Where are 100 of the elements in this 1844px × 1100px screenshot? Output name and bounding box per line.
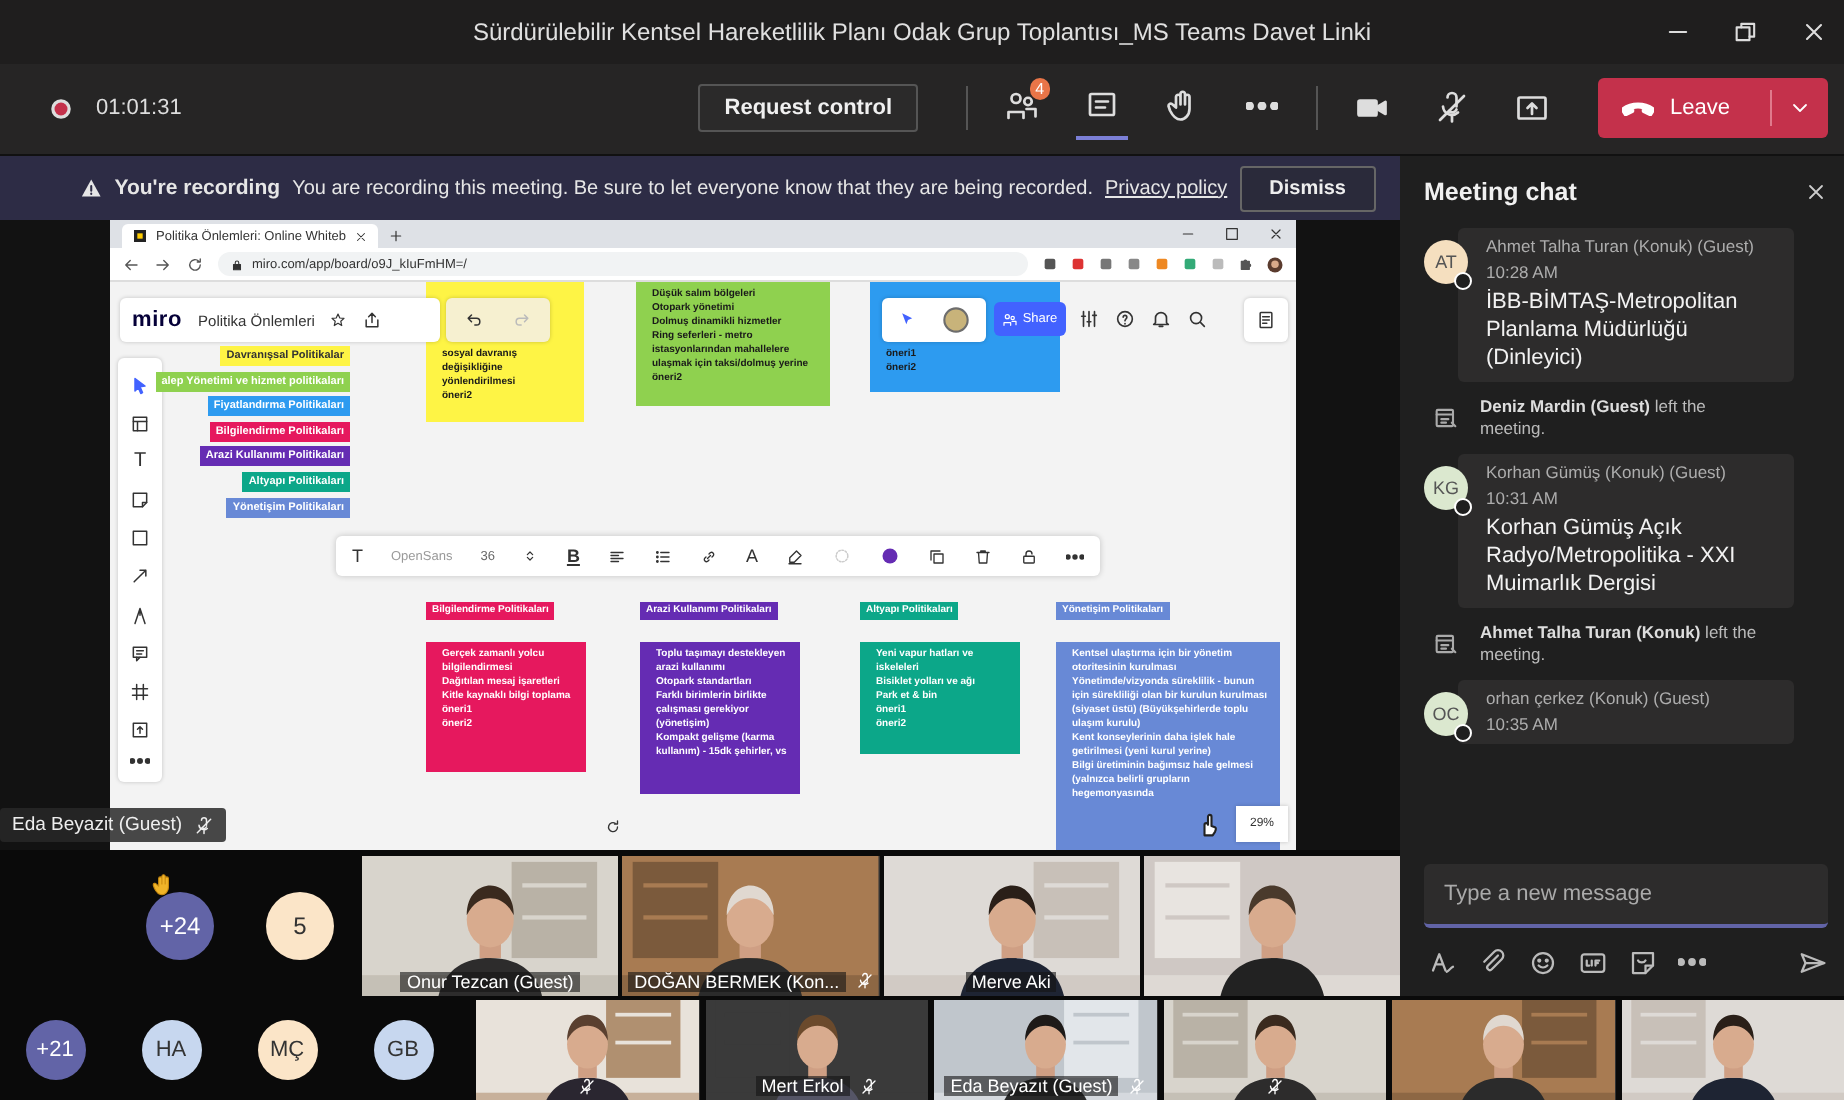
mic-off-icon[interactable] [1434, 90, 1471, 127]
lock-icon [230, 257, 244, 271]
count-badge: 4 [1029, 78, 1051, 101]
participant-avatar[interactable]: HA [141, 1020, 201, 1080]
more-icon [1246, 102, 1279, 111]
participant-avatar[interactable]: 5 [266, 891, 334, 959]
bold-button[interactable]: B [566, 546, 580, 566]
restore-icon[interactable] [1732, 18, 1760, 46]
stepper-icon[interactable] [522, 548, 539, 564]
participant-name: Onur Tezcan (Guest) [400, 971, 580, 991]
close-icon [354, 229, 369, 243]
miro-logo: miro [132, 308, 183, 332]
frame-grid-icon[interactable] [130, 681, 150, 702]
restore-icon[interactable] [1224, 226, 1240, 242]
comment-icon[interactable] [130, 643, 150, 664]
recording-message: You are recording this meeting. Be sure to let everyone know that they are being recorded. [292, 177, 1093, 199]
user-avatar: KG [1424, 466, 1468, 510]
more-icon[interactable] [1678, 958, 1706, 966]
event-message: Deniz Mardin (Guest) left the meeting. [1480, 396, 1708, 440]
text-color-button[interactable]: A [745, 546, 758, 566]
participant-name: Merve Aki [965, 971, 1057, 991]
help-icon[interactable] [1114, 308, 1136, 330]
emoji-icon[interactable] [1528, 947, 1558, 977]
more-icon[interactable] [1065, 553, 1084, 559]
chat-title: Meeting chat [1424, 178, 1577, 206]
dismiss-button[interactable]: Dismiss [1239, 165, 1376, 211]
people-icon [1002, 311, 1019, 327]
pen-icon[interactable] [130, 605, 150, 626]
privacy-policy-link[interactable]: Privacy policy [1105, 177, 1228, 199]
participant-name: Mert Erkol [755, 1076, 850, 1096]
close-icon[interactable] [1804, 180, 1828, 204]
user-avatar: OC [1424, 692, 1468, 736]
cursor-icon[interactable] [898, 310, 918, 330]
sticker-icon[interactable] [1628, 947, 1658, 977]
participant-avatar[interactable]: GB [373, 1020, 433, 1080]
frame-icon[interactable] [130, 413, 150, 434]
message-time: 10:31 AM [1486, 488, 1560, 508]
document-icon [1256, 310, 1276, 330]
align-icon[interactable] [607, 547, 626, 565]
message-text: Korhan Gümüş Açık Radyo/Metropolitika - XXI Muimarlık Dergisi [1486, 514, 1738, 598]
rotate-icon[interactable] [604, 818, 622, 836]
sticky-note-icon[interactable] [130, 490, 150, 511]
event-icon [1432, 630, 1460, 658]
square-icon[interactable] [130, 528, 150, 549]
export-icon[interactable] [362, 310, 383, 330]
duplicate-icon[interactable] [927, 547, 946, 565]
close-icon[interactable] [1268, 226, 1284, 242]
participant-avatar[interactable]: MÇ [257, 1020, 317, 1080]
notes-panel-button[interactable] [1244, 298, 1288, 342]
list-icon[interactable] [653, 547, 672, 565]
text-tool[interactable]: T [352, 546, 363, 566]
forward-icon[interactable] [154, 255, 172, 273]
participant-avatar[interactable]: +21 [25, 1020, 85, 1080]
event-icon [1432, 404, 1460, 432]
sender-name: Ahmet Talha Turan (Konuk) (Guest) [1486, 236, 1757, 256]
user-avatar: AT [1424, 240, 1468, 284]
message-time: 10:35 AM [1486, 714, 1560, 734]
recording-icon [48, 95, 74, 122]
close-icon[interactable] [1800, 18, 1828, 46]
participant-name: Eda Beyazıt (Guest) [944, 1076, 1119, 1096]
format-icon[interactable] [1428, 947, 1458, 977]
send-icon[interactable] [1798, 947, 1828, 977]
text-tool[interactable]: T [133, 451, 147, 472]
fill-color-icon[interactable] [879, 546, 900, 566]
delete-icon[interactable] [973, 547, 992, 565]
message-time: 10:28 AM [1486, 262, 1560, 282]
puzzle-icon[interactable] [1238, 256, 1254, 272]
undo-icon[interactable] [464, 310, 484, 330]
leave-button[interactable]: Leave [1598, 78, 1828, 139]
event-message: Ahmet Talha Turan (Konuk) left the meeting. [1480, 622, 1759, 666]
back-icon[interactable] [122, 255, 140, 273]
message-text: İBB-BİMTAŞ-Metropolitan Planlama Müdürlüğü (Dinleyici) [1486, 288, 1740, 372]
link-icon[interactable] [699, 547, 718, 565]
presenter-tag: Eda Beyazit (Guest) [0, 808, 227, 842]
upload-icon[interactable] [130, 720, 150, 741]
participant-avatar[interactable]: +24 [146, 891, 214, 959]
participant-name: DOĞAN BERMEK (Kon... [628, 971, 846, 991]
warning-icon [80, 176, 103, 200]
cursor-icon[interactable] [130, 375, 150, 396]
avatar-icon[interactable] [1266, 255, 1284, 273]
reload-icon[interactable] [186, 255, 204, 273]
highlighter-icon[interactable] [785, 547, 804, 565]
avatar-icon[interactable] [942, 306, 970, 334]
request-control-button[interactable]: Request control [698, 84, 919, 133]
mic-off-icon [194, 815, 215, 835]
gif-icon[interactable] [1578, 947, 1608, 977]
window-title: Sürdürülebilir Kentsel Hareketlilik Planı Odak Grup Toplantısı_MS Teams Davet Linki [472, 17, 1372, 46]
favicon-icon [132, 228, 148, 244]
arrow-icon[interactable] [130, 566, 150, 587]
new-tab-icon[interactable] [388, 228, 405, 244]
bell-icon[interactable] [1150, 308, 1172, 330]
star-icon[interactable] [330, 312, 347, 328]
settings-icon[interactable] [1078, 308, 1100, 330]
more-icon[interactable] [130, 758, 150, 765]
recording-heading: You're recording [114, 176, 281, 200]
message-input[interactable]: Type a new message [1424, 864, 1828, 928]
sender-name: orhan çerkez (Konuk) (Guest) [1486, 688, 1712, 708]
lock-icon[interactable] [1019, 547, 1038, 565]
attach-icon[interactable] [1478, 947, 1508, 977]
search-icon[interactable] [1186, 308, 1208, 330]
